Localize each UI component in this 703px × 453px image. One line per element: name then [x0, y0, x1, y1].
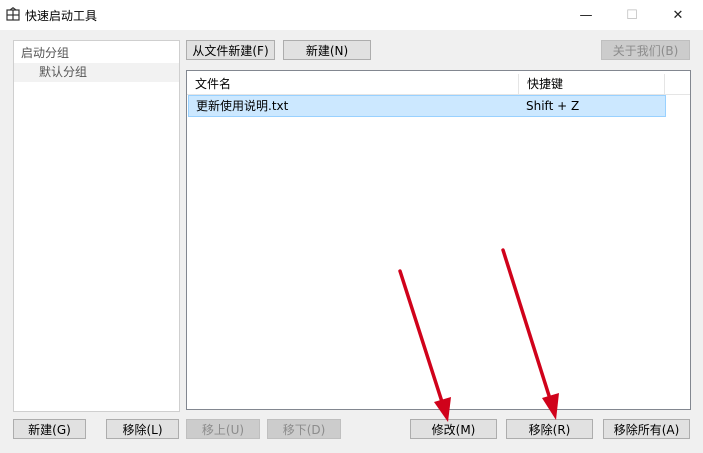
modify-button[interactable]: 修改(M) [410, 419, 497, 439]
column-header-shortcut[interactable]: 快捷键 [519, 74, 665, 94]
file-list[interactable]: 文件名 快捷键 更新使用说明.txt Shift + Z [186, 70, 691, 410]
title-bar: 快速启动工具 — ☐ ✕ [0, 0, 703, 30]
window-title: 快速启动工具 [25, 9, 98, 23]
about-button[interactable]: 关于我们(B) [601, 40, 690, 60]
tree-item-default-group-label: 默认分组 [39, 65, 88, 79]
close-icon: ✕ [672, 7, 684, 23]
move-down-button[interactable]: 移下(D) [267, 419, 341, 439]
group-new-button[interactable]: 新建(G) [13, 419, 86, 439]
tree-item-root[interactable]: 启动分组 [14, 44, 179, 63]
row-shortcut: Shift + Z [526, 99, 580, 113]
minimize-button[interactable]: — [563, 0, 609, 30]
remove-button[interactable]: 移除(R) [506, 419, 593, 439]
column-header-filename[interactable]: 文件名 [187, 74, 519, 94]
row-filename: 更新使用说明.txt [196, 99, 289, 113]
new-from-file-button[interactable]: 从文件新建(F) [186, 40, 275, 60]
close-button[interactable]: ✕ [655, 0, 701, 30]
group-tree[interactable]: 启动分组 默认分组 [13, 40, 180, 412]
app-icon [6, 7, 20, 21]
tree-item-default-group[interactable]: 默认分组 [14, 63, 179, 82]
move-up-button[interactable]: 移上(U) [186, 419, 260, 439]
maximize-icon: ☐ [626, 7, 638, 23]
remove-all-button[interactable]: 移除所有(A) [603, 419, 690, 439]
new-button[interactable]: 新建(N) [283, 40, 371, 60]
group-remove-button[interactable]: 移除(L) [106, 419, 179, 439]
maximize-button[interactable]: ☐ [609, 0, 655, 30]
tree-item-root-label: 启动分组 [21, 46, 70, 60]
minimize-icon: — [579, 7, 593, 23]
